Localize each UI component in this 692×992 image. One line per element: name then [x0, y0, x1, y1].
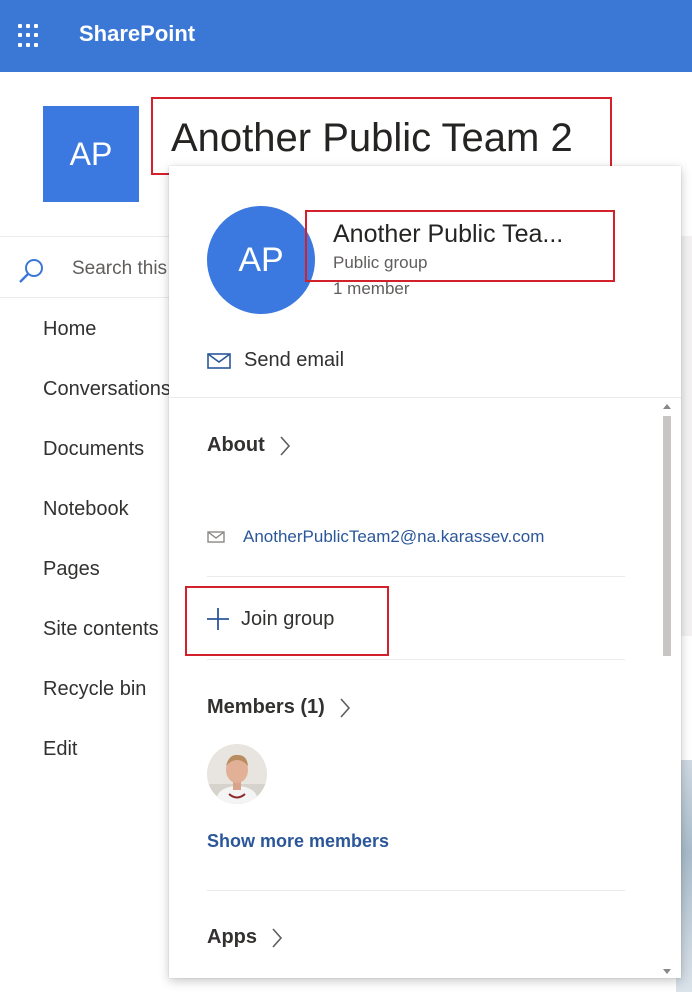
apps-label: Apps: [207, 926, 257, 948]
group-avatar: AP: [207, 206, 315, 314]
member-count: 1 member: [333, 279, 410, 298]
show-more-members-link[interactable]: Show more members: [207, 831, 389, 852]
about-label: About: [207, 434, 265, 456]
nav-item-pages[interactable]: Pages: [43, 558, 100, 581]
card-scrollbar[interactable]: [659, 400, 675, 978]
about-section-header[interactable]: About: [207, 434, 291, 457]
search-icon[interactable]: [16, 256, 46, 286]
suite-bar: SharePoint: [0, 0, 692, 72]
nav-item-edit[interactable]: Edit: [43, 738, 77, 761]
group-card: AP Another Public Tea... Public group 1 …: [169, 166, 681, 978]
highlight-group-name: [305, 210, 615, 282]
highlight-join-group: [185, 586, 389, 656]
suite-title[interactable]: SharePoint: [79, 21, 195, 47]
scroll-up-icon[interactable]: [663, 404, 671, 409]
divider: [207, 576, 625, 577]
nav-item-recycle-bin[interactable]: Recycle bin: [43, 678, 146, 701]
apps-section-header[interactable]: Apps: [207, 926, 283, 949]
group-email-row: AnotherPublicTeam2@na.karassev.com: [207, 527, 544, 547]
site-logo: AP: [43, 106, 139, 202]
member-photo-image: [207, 744, 267, 804]
app-launcher-icon[interactable]: [18, 24, 42, 48]
divider: [169, 397, 681, 398]
mail-icon: [207, 352, 231, 369]
member-avatar[interactable]: [207, 744, 267, 804]
scroll-down-icon[interactable]: [663, 969, 671, 974]
members-label: Members (1): [207, 696, 325, 718]
mail-icon: [207, 531, 225, 543]
divider: [207, 659, 625, 660]
send-email-label: Send email: [244, 349, 345, 371]
chevron-right-icon: [272, 927, 283, 948]
nav-item-conversations[interactable]: Conversations: [43, 378, 171, 401]
scroll-thumb[interactable]: [663, 416, 671, 656]
nav-item-notebook[interactable]: Notebook: [43, 498, 129, 521]
group-email-link[interactable]: AnotherPublicTeam2@na.karassev.com: [243, 527, 544, 547]
send-email-button[interactable]: Send email: [207, 349, 344, 372]
divider: [207, 890, 625, 891]
members-section-header[interactable]: Members (1): [207, 696, 351, 719]
nav-item-home[interactable]: Home: [43, 318, 96, 341]
chevron-right-icon: [340, 697, 350, 718]
nav-item-documents[interactable]: Documents: [43, 438, 144, 461]
nav-item-site-contents[interactable]: Site contents: [43, 618, 159, 641]
chevron-right-icon: [280, 435, 290, 456]
highlight-site-title: [151, 97, 612, 175]
